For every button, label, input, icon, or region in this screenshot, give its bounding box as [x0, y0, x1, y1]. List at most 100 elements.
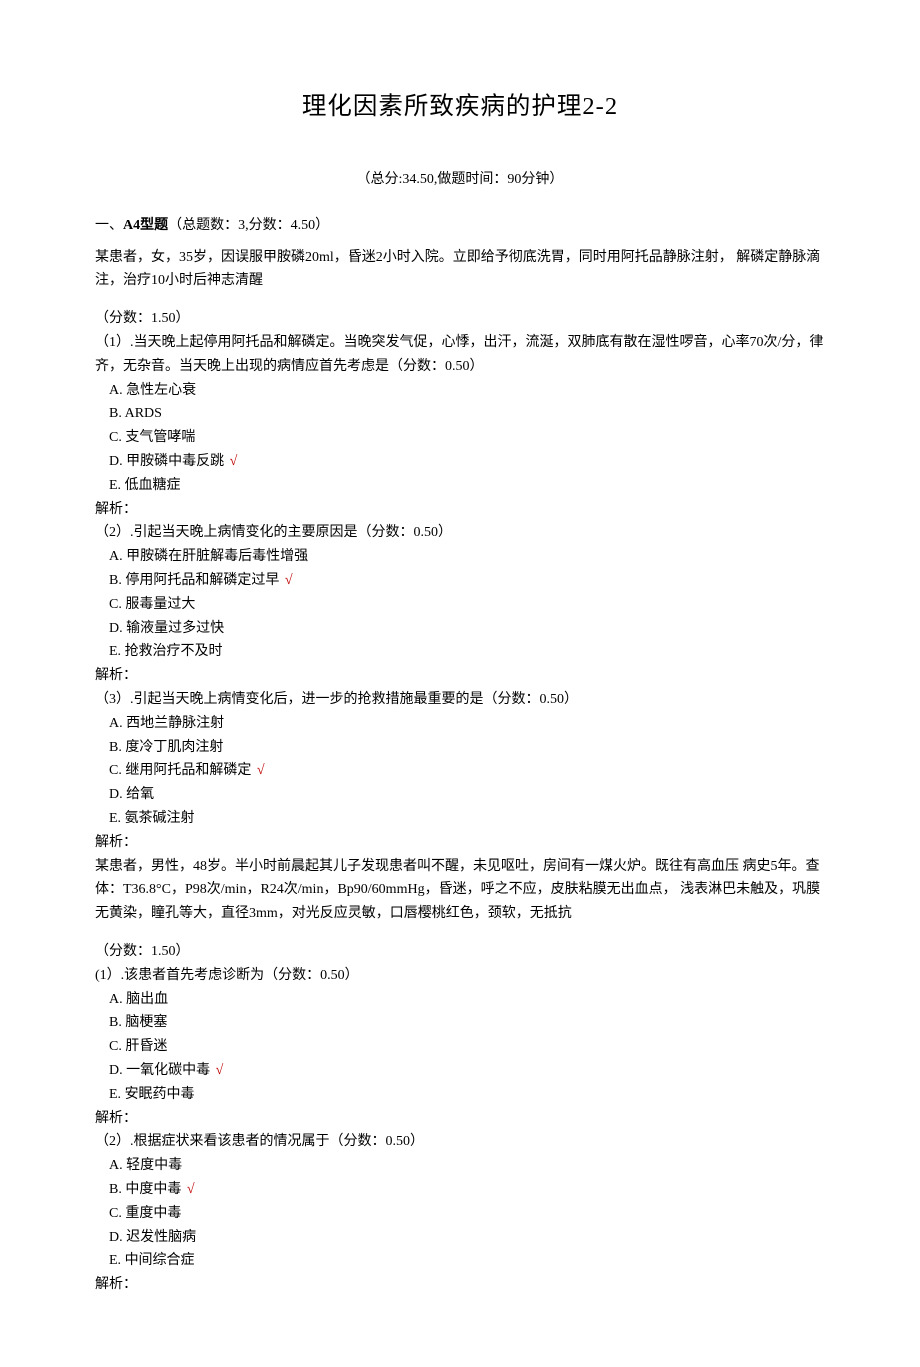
option-label: A. — [109, 383, 123, 398]
options-list: A. 脑出血B. 脑梗塞C. 肝昏迷D. 一氧化碳中毒 √E. 安眠药中毒 — [95, 988, 825, 1107]
section-stats: （总题数：3,分数：4.50） — [168, 218, 329, 233]
case-intro: 某患者，男性，48岁。半小时前晨起其儿子发现患者叫不醒，未见呕吐，房间有一煤火炉… — [95, 855, 825, 926]
option-text: 服毒量过大 — [125, 597, 195, 612]
option-label: D. — [109, 787, 123, 802]
options-list: A. 急性左心衰B. ARDSC. 支气管哮喘D. 甲胺磷中毒反跳 √E. 低血… — [95, 379, 825, 498]
question-stem: （2）.引起当天晚上病情变化的主要原因是（分数：0.50） — [95, 521, 825, 545]
option-label: E. — [109, 1087, 121, 1102]
option-text: 抢救治疗不及时 — [125, 644, 223, 659]
option-text: 给氧 — [126, 787, 154, 802]
case-score: （分数：1.50） — [95, 307, 825, 331]
option-row: B. 中度中毒 √ — [109, 1178, 825, 1202]
option-text: 中间综合症 — [125, 1253, 195, 1268]
option-label: C. — [109, 597, 122, 612]
correct-mark-icon: √ — [230, 454, 238, 469]
option-label: C. — [109, 1039, 122, 1054]
option-label: E. — [109, 811, 121, 826]
question-stem: (1）.该患者首先考虑诊断为（分数：0.50） — [95, 964, 825, 988]
option-text: 度冷丁肌肉注射 — [125, 740, 223, 755]
page-title: 理化因素所致疾病的护理2-2 — [95, 86, 825, 128]
correct-mark-icon: √ — [285, 573, 293, 588]
option-row: E. 抢救治疗不及时 — [109, 640, 825, 664]
exam-meta: （总分:34.50,做题时间：90分钟） — [95, 168, 825, 192]
option-row: B. 度冷丁肌肉注射 — [109, 736, 825, 760]
option-text: 输液量过多过快 — [126, 621, 224, 636]
analysis-label: 解析： — [95, 664, 825, 688]
option-text: 轻度中毒 — [126, 1158, 182, 1173]
option-label: B. — [109, 406, 122, 421]
option-row: A. 轻度中毒 — [109, 1154, 825, 1178]
option-text: 一氧化碳中毒 — [126, 1063, 210, 1078]
correct-mark-icon: √ — [216, 1063, 224, 1078]
option-label: E. — [109, 478, 121, 493]
option-text: 氨茶碱注射 — [125, 811, 195, 826]
options-list: A. 西地兰静脉注射B. 度冷丁肌肉注射C. 继用阿托品和解磷定 √D. 给氧E… — [95, 712, 825, 831]
option-text: ARDS — [125, 406, 162, 421]
option-label: D. — [109, 1230, 123, 1245]
option-label: B. — [109, 740, 122, 755]
option-row: D. 输液量过多过快 — [109, 617, 825, 641]
analysis-label: 解析： — [95, 831, 825, 855]
option-text: 安眠药中毒 — [125, 1087, 195, 1102]
section-heading: 一、A4型题（总题数：3,分数：4.50） — [95, 214, 825, 238]
option-row: A. 西地兰静脉注射 — [109, 712, 825, 736]
option-label: E. — [109, 1253, 121, 1268]
option-label: A. — [109, 992, 123, 1007]
option-row: A. 脑出血 — [109, 988, 825, 1012]
analysis-label: 解析： — [95, 1107, 825, 1131]
option-text: 急性左心衰 — [126, 383, 196, 398]
option-label: C. — [109, 763, 122, 778]
question-stem: （1）.当天晚上起停用阿托品和解磷定。当晚突发气促，心悸，出汗，流涎，双肺底有散… — [95, 331, 825, 379]
options-list: A. 轻度中毒B. 中度中毒 √C. 重度中毒D. 迟发性脑病E. 中间综合症 — [95, 1154, 825, 1273]
option-text: 重度中毒 — [125, 1206, 181, 1221]
option-label: A. — [109, 549, 123, 564]
section-prefix: 一、 — [95, 218, 123, 233]
option-row: C. 服毒量过大 — [109, 593, 825, 617]
option-label: A. — [109, 716, 123, 731]
option-text: 甲胺磷中毒反跳 — [126, 454, 224, 469]
option-label: B. — [109, 1182, 122, 1197]
option-label: E. — [109, 644, 121, 659]
option-row: C. 重度中毒 — [109, 1202, 825, 1226]
option-text: 西地兰静脉注射 — [126, 716, 224, 731]
option-row: A. 甲胺磷在肝脏解毒后毒性增强 — [109, 545, 825, 569]
option-label: C. — [109, 430, 122, 445]
option-row: E. 氨茶碱注射 — [109, 807, 825, 831]
correct-mark-icon: √ — [257, 763, 265, 778]
option-text: 继用阿托品和解磷定 — [125, 763, 251, 778]
option-label: A. — [109, 1158, 123, 1173]
option-row: E. 中间综合症 — [109, 1249, 825, 1273]
analysis-label: 解析： — [95, 1273, 825, 1297]
option-row: C. 继用阿托品和解磷定 √ — [109, 759, 825, 783]
option-label: B. — [109, 1015, 122, 1030]
option-text: 支气管哮喘 — [125, 430, 195, 445]
option-text: 肝昏迷 — [125, 1039, 167, 1054]
option-row: D. 一氧化碳中毒 √ — [109, 1059, 825, 1083]
section-label: A4型题 — [123, 218, 168, 233]
option-text: 脑出血 — [126, 992, 168, 1007]
option-text: 甲胺磷在肝脏解毒后毒性增强 — [126, 549, 308, 564]
option-label: B. — [109, 573, 122, 588]
option-text: 迟发性脑病 — [126, 1230, 196, 1245]
option-row: D. 迟发性脑病 — [109, 1226, 825, 1250]
option-text: 低血糖症 — [125, 478, 181, 493]
option-row: B. ARDS — [109, 402, 825, 426]
option-text: 停用阿托品和解磷定过早 — [125, 573, 279, 588]
option-row: B. 停用阿托品和解磷定过早 √ — [109, 569, 825, 593]
case-intro: 某患者，女，35岁，因误服甲胺磷20ml，昏迷2小时入院。立即给予彻底洗胃，同时… — [95, 246, 825, 294]
question-stem: （2）.根据症状来看该患者的情况属于（分数：0.50） — [95, 1130, 825, 1154]
option-label: D. — [109, 454, 123, 469]
option-row: B. 脑梗塞 — [109, 1011, 825, 1035]
option-label: D. — [109, 621, 123, 636]
option-row: C. 支气管哮喘 — [109, 426, 825, 450]
option-row: A. 急性左心衰 — [109, 379, 825, 403]
option-text: 脑梗塞 — [125, 1015, 167, 1030]
option-row: E. 安眠药中毒 — [109, 1083, 825, 1107]
options-list: A. 甲胺磷在肝脏解毒后毒性增强B. 停用阿托品和解磷定过早 √C. 服毒量过大… — [95, 545, 825, 664]
option-label: D. — [109, 1063, 123, 1078]
question-stem: （3）.引起当天晚上病情变化后，进一步的抢救措施最重要的是（分数：0.50） — [95, 688, 825, 712]
option-row: C. 肝昏迷 — [109, 1035, 825, 1059]
option-row: D. 甲胺磷中毒反跳 √ — [109, 450, 825, 474]
analysis-label: 解析： — [95, 498, 825, 522]
case-score: （分数：1.50） — [95, 940, 825, 964]
